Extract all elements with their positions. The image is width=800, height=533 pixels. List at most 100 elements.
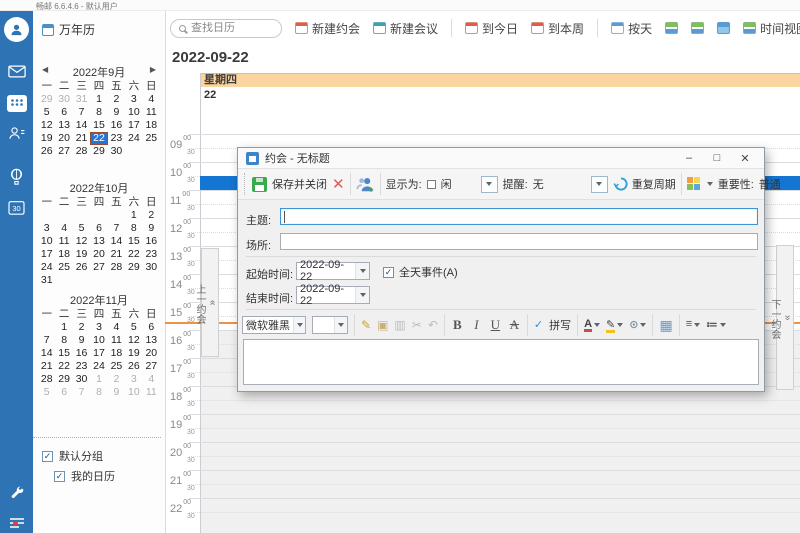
start-date-combobox[interactable]: 2022-09-22 — [296, 262, 370, 280]
mini-calendar-day[interactable]: 12 — [125, 334, 142, 347]
mini-calendar-day[interactable]: 1 — [125, 209, 142, 222]
new-appointment-button[interactable]: 新建约会 — [295, 20, 360, 37]
group-my-calendar[interactable]: ✓ 我的日历 — [42, 466, 161, 486]
location-input[interactable] — [280, 233, 758, 250]
copy-button[interactable]: ▥ — [394, 317, 405, 333]
font-color-button[interactable]: A — [584, 318, 600, 332]
mini-calendar-day[interactable]: 4 — [55, 222, 72, 235]
recurrence-button[interactable]: 重复周期 — [613, 176, 676, 192]
mini-calendar-day[interactable]: 4 — [108, 321, 125, 334]
mini-calendar-day[interactable]: 5 — [38, 386, 55, 399]
sidebar-item-calendar[interactable] — [0, 89, 33, 117]
mini-calendar-day[interactable]: 17 — [125, 119, 142, 132]
mini-calendar-day[interactable]: 30 — [143, 261, 160, 274]
mini-calendar-day[interactable]: 30 — [73, 373, 90, 386]
mini-calendar-day[interactable]: 11 — [143, 386, 160, 399]
mini-calendar-day[interactable]: 24 — [90, 360, 107, 373]
calendar-search[interactable] — [170, 19, 282, 38]
new-meeting-button[interactable]: 新建会议 — [373, 20, 438, 37]
dialog-titlebar[interactable]: 约会 - 无标题 – □ ✕ — [238, 148, 764, 169]
mini-calendar-day[interactable]: 13 — [143, 334, 160, 347]
mini-calendar-day[interactable]: 27 — [55, 145, 72, 158]
mini-calendar-day[interactable]: 18 — [108, 347, 125, 360]
mini-calendar-day[interactable]: 14 — [38, 347, 55, 360]
mini-calendar-day[interactable]: 9 — [73, 334, 90, 347]
mini-calendar-day[interactable]: 8 — [55, 334, 72, 347]
mini-calendar-day[interactable]: 9 — [108, 106, 125, 119]
insert-object-button[interactable]: ⊙ — [629, 318, 646, 333]
mini-calendar-day[interactable]: 8 — [125, 222, 142, 235]
mini-calendar-day[interactable]: 18 — [55, 248, 72, 261]
mini-calendar-day[interactable]: 11 — [108, 334, 125, 347]
paste-button[interactable]: ▣ — [377, 317, 388, 333]
mini-calendar-day[interactable]: 28 — [38, 373, 55, 386]
font-size-combobox[interactable] — [312, 316, 348, 334]
search-input[interactable] — [191, 22, 271, 34]
delete-button[interactable]: ✕ — [332, 177, 345, 192]
group-default[interactable]: ✓ 默认分组 — [42, 446, 161, 466]
mini-calendar-day[interactable]: 24 — [125, 132, 142, 145]
mini-calendar-day[interactable]: 6 — [55, 106, 72, 119]
category-dropdown[interactable] — [707, 182, 713, 186]
prev-month-arrow[interactable]: ◀ — [42, 65, 48, 74]
mini-calendar-day[interactable]: 16 — [108, 119, 125, 132]
previous-appointment-tab[interactable]: « 上一约会 — [201, 248, 219, 357]
undo-button[interactable]: ↶ — [428, 317, 438, 333]
mini-calendar-day[interactable]: 23 — [108, 132, 125, 145]
mini-calendar-day[interactable]: 27 — [143, 360, 160, 373]
mini-calendar-day[interactable]: 21 — [108, 248, 125, 261]
mini-calendar-day[interactable]: 16 — [143, 235, 160, 248]
bold-button[interactable]: B — [451, 317, 464, 333]
mini-calendar-day[interactable]: 4 — [143, 93, 160, 106]
mini-calendar-day[interactable]: 7 — [38, 334, 55, 347]
mini-calendar-day[interactable]: 27 — [90, 261, 107, 274]
sidebar-item-menu[interactable] — [0, 509, 33, 533]
mini-calendar-day[interactable]: 20 — [90, 248, 107, 261]
mini-calendar-day[interactable]: 26 — [125, 360, 142, 373]
sidebar-item-contacts[interactable] — [0, 119, 33, 147]
strikethrough-button[interactable]: A — [508, 317, 521, 333]
mini-calendar-day[interactable]: 31 — [38, 274, 55, 287]
combo-arrow[interactable] — [355, 263, 369, 279]
next-month-arrow[interactable]: ▶ — [150, 65, 156, 74]
mini-calendar-day[interactable]: 10 — [125, 106, 142, 119]
mini-calendar-day[interactable]: 21 — [73, 132, 90, 145]
mini-calendar-day[interactable]: 21 — [38, 360, 55, 373]
mini-calendar-day[interactable]: 9 — [143, 222, 160, 235]
end-date-combobox[interactable]: 2022-09-22 — [296, 286, 370, 304]
mini-calendar-day[interactable]: 7 — [108, 222, 125, 235]
mini-calendar-day[interactable]: 28 — [73, 145, 90, 158]
mini-calendar-day[interactable]: 9 — [108, 386, 125, 399]
mini-calendar-day[interactable]: 16 — [73, 347, 90, 360]
all-day-area[interactable] — [200, 87, 800, 134]
mini-calendar-day[interactable]: 23 — [143, 248, 160, 261]
mini-calendar-day[interactable]: 22 — [125, 248, 142, 261]
mini-calendar-day[interactable]: 29 — [55, 373, 72, 386]
invite-attendees-button[interactable] — [356, 176, 375, 193]
mini-calendar-day[interactable]: 3 — [38, 222, 55, 235]
mini-calendar-day[interactable]: 22 — [90, 132, 107, 145]
view-option-button-1[interactable] — [665, 22, 678, 34]
mini-calendar-day[interactable]: 13 — [90, 235, 107, 248]
mini-calendar-day[interactable]: 14 — [73, 119, 90, 132]
mini-calendar-day[interactable]: 25 — [143, 132, 160, 145]
mini-calendar-day[interactable]: 2 — [108, 373, 125, 386]
mini-calendar-day[interactable]: 19 — [73, 248, 90, 261]
view-option-button-3[interactable] — [717, 22, 730, 34]
go-today-button[interactable]: 到今日 — [465, 20, 518, 37]
view-option-button-2[interactable] — [691, 22, 704, 34]
mini-calendar-day[interactable]: 15 — [55, 347, 72, 360]
reminder-dropdown[interactable] — [591, 176, 608, 193]
subject-input[interactable] — [280, 208, 758, 225]
mini-calendar-day[interactable]: 12 — [38, 119, 55, 132]
mini-calendar-day[interactable]: 29 — [125, 261, 142, 274]
mini-calendar-day[interactable]: 14 — [108, 235, 125, 248]
mini-calendar-day[interactable]: 7 — [73, 106, 90, 119]
minimize-button[interactable]: – — [678, 152, 700, 164]
go-this-week-button[interactable]: 到本周 — [531, 20, 584, 37]
list-button[interactable]: ≔ — [706, 318, 726, 333]
save-and-close-button[interactable]: 保存并关闭 — [272, 176, 327, 192]
mini-calendar-day[interactable]: 4 — [143, 373, 160, 386]
mini-calendar-day[interactable]: 12 — [73, 235, 90, 248]
mini-calendar-day[interactable]: 13 — [55, 119, 72, 132]
